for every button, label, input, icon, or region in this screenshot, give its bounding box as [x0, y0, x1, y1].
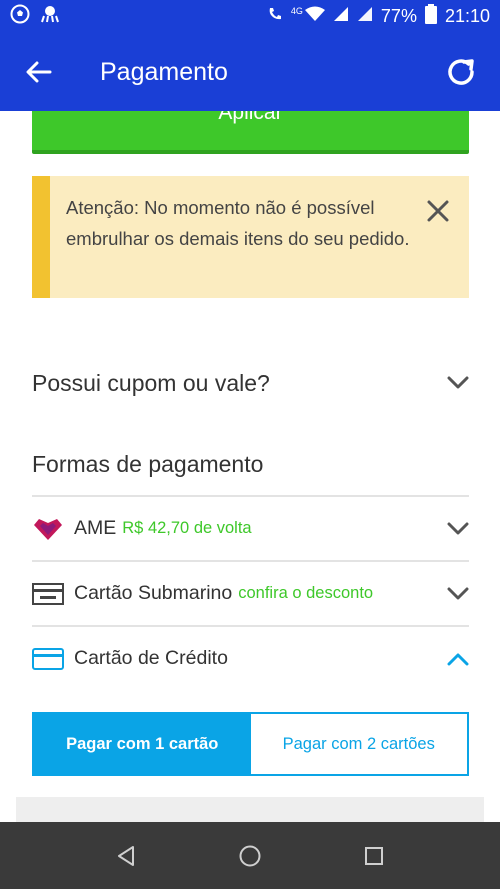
battery-level: 77%	[380, 6, 417, 26]
refresh-icon	[448, 59, 474, 85]
coupon-title: Possui cupom ou vale?	[32, 369, 270, 396]
payment-method-submarino-card[interactable]: Cartão Submarino confira o desconto	[32, 560, 469, 625]
refresh-button[interactable]	[422, 33, 500, 111]
nav-back-button[interactable]	[114, 844, 138, 868]
tab-one-card[interactable]: Pagar com 1 cartão	[34, 714, 251, 774]
coupon-accordion[interactable]: Possui cupom ou vale?	[32, 363, 469, 403]
soccer-ball-icon	[10, 4, 30, 29]
arrow-left-icon	[26, 61, 52, 83]
credit-card-icon	[32, 647, 64, 671]
chevron-down-icon	[447, 376, 469, 389]
alert-close-button[interactable]	[425, 198, 451, 224]
app-bar: Pagamento	[0, 33, 500, 111]
status-bar: 4G 77% 21:10	[0, 0, 500, 33]
close-icon	[427, 200, 449, 222]
ame-heart-icon	[32, 517, 64, 541]
payment-method-name: Cartão de Crédito	[74, 647, 228, 669]
card-form-panel	[16, 797, 484, 822]
payment-method-extra: confira o desconto	[238, 584, 374, 602]
content-area: Aplicar Atenção: No momento não é possív…	[0, 111, 500, 822]
store-card-icon	[32, 582, 64, 606]
signal-2-icon	[357, 6, 373, 27]
payment-method-extra: R$ 42,70 de volta	[122, 519, 252, 537]
chevron-up-icon	[447, 653, 469, 665]
chevron-down-icon	[447, 587, 469, 599]
apply-button[interactable]: Aplicar	[32, 111, 469, 154]
triangle-back-icon	[118, 845, 134, 866]
circle-home-icon	[239, 845, 261, 866]
alert-banner: Atenção: No momento não é possível embru…	[32, 176, 469, 298]
nav-recents-button[interactable]	[362, 844, 386, 868]
network-type: 4G	[290, 5, 303, 16]
alert-message: Atenção: No momento não é possível embru…	[66, 197, 410, 249]
wifi-icon	[304, 6, 325, 27]
payment-method-ame[interactable]: AME R$ 42,70 de volta	[32, 495, 469, 560]
square-recents-icon	[365, 846, 383, 865]
battery-icon	[424, 4, 437, 29]
octopus-icon	[40, 4, 60, 29]
call-icon	[267, 6, 283, 27]
chevron-down-icon	[447, 522, 469, 534]
payment-method-credit-card[interactable]: Cartão de Crédito	[32, 625, 469, 690]
payment-method-name: AME	[74, 517, 117, 539]
signal-icon	[333, 6, 349, 27]
system-nav-bar	[0, 822, 500, 889]
clock: 21:10	[444, 6, 490, 26]
nav-home-button[interactable]	[238, 844, 262, 868]
payment-methods-list: AME R$ 42,70 de volta Cartão Submarino c…	[32, 495, 469, 690]
payment-method-name: Cartão Submarino	[74, 582, 233, 604]
card-count-tabs: Pagar com 1 cartão Pagar com 2 cartões	[32, 712, 469, 776]
page-title: Pagamento	[100, 57, 228, 86]
back-button[interactable]	[0, 33, 78, 111]
tab-two-cards[interactable]: Pagar com 2 cartões	[250, 714, 467, 774]
payment-section-title: Formas de pagamento	[32, 451, 264, 477]
